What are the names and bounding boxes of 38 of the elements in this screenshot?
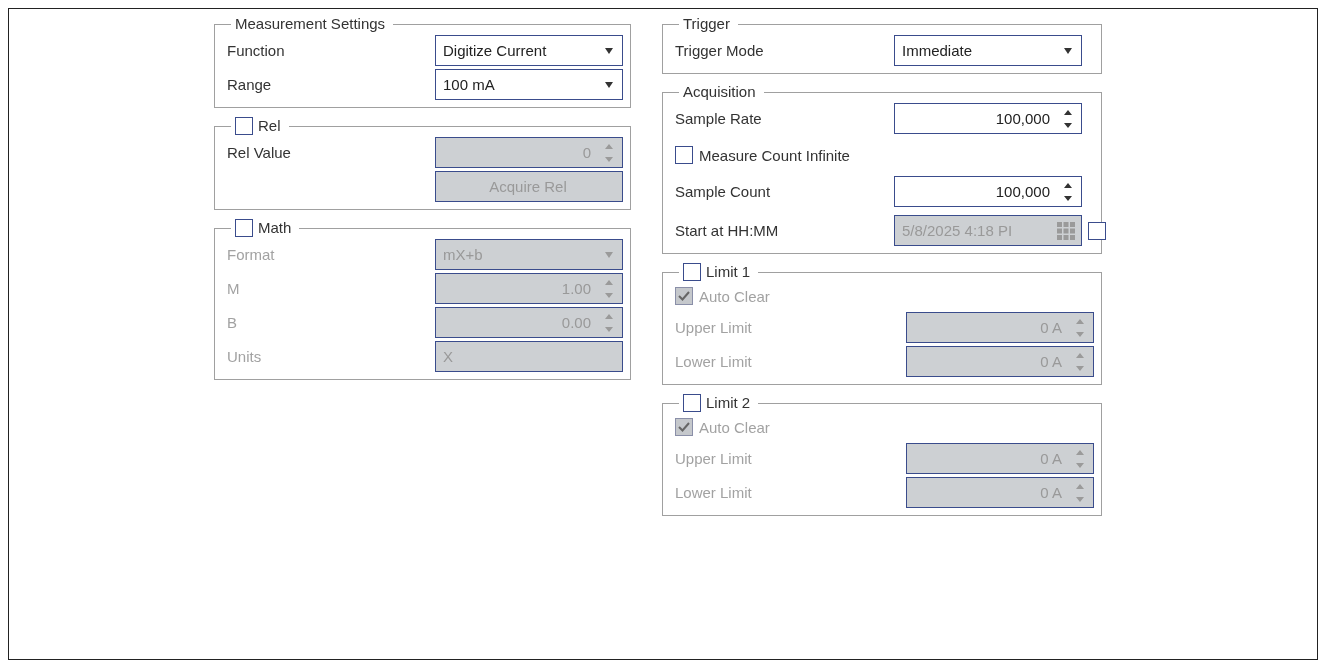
dropdown[interactable]: Digitize Current xyxy=(435,35,623,66)
group-title: Math xyxy=(258,219,292,237)
field-label: Trigger Mode xyxy=(675,42,765,59)
group-title: Limit 2 xyxy=(706,394,751,412)
dropdown[interactable]: 100 mA xyxy=(435,69,623,100)
field-label: Format xyxy=(227,246,276,263)
field-label: Upper Limit xyxy=(675,450,753,467)
checkbox-label: Auto Clear xyxy=(699,418,770,436)
caret-icon xyxy=(605,251,613,258)
field-label: Sample Count xyxy=(675,183,772,200)
checkbox[interactable] xyxy=(675,146,693,164)
spin-arrows-icon[interactable] xyxy=(1064,181,1072,202)
field-label: Lower Limit xyxy=(675,353,753,370)
number-field[interactable]: 100,000 xyxy=(894,176,1082,207)
group-title: Measurement Settings xyxy=(235,15,386,33)
field-label: B xyxy=(227,314,238,331)
checkbox-label: Measure Count Infinite xyxy=(699,146,850,164)
field-label: Sample Rate xyxy=(675,110,763,127)
field-label: Units xyxy=(227,348,263,365)
field-label: Function xyxy=(227,42,286,59)
field-label: M xyxy=(227,280,241,297)
group-title: Rel xyxy=(258,117,281,135)
field-label: Range xyxy=(227,76,273,93)
dropdown[interactable]: Immediate xyxy=(894,35,1082,66)
field-label: Lower Limit xyxy=(675,484,753,501)
field-label: Start at HH:MM xyxy=(675,222,780,239)
field-label: Rel Value xyxy=(227,144,292,161)
field-label: Upper Limit xyxy=(675,319,753,336)
checkbox[interactable] xyxy=(235,117,253,135)
checkbox-label: Auto Clear xyxy=(699,287,770,305)
spin-arrows-icon[interactable] xyxy=(1064,108,1072,129)
caret-icon xyxy=(1064,47,1072,54)
number-field[interactable]: 100,000 xyxy=(894,103,1082,134)
group-title: Acquisition xyxy=(683,83,756,101)
caret-icon xyxy=(605,81,613,88)
group-title: Limit 1 xyxy=(706,263,751,281)
caret-icon xyxy=(605,47,613,54)
group-title: Trigger xyxy=(683,15,730,33)
